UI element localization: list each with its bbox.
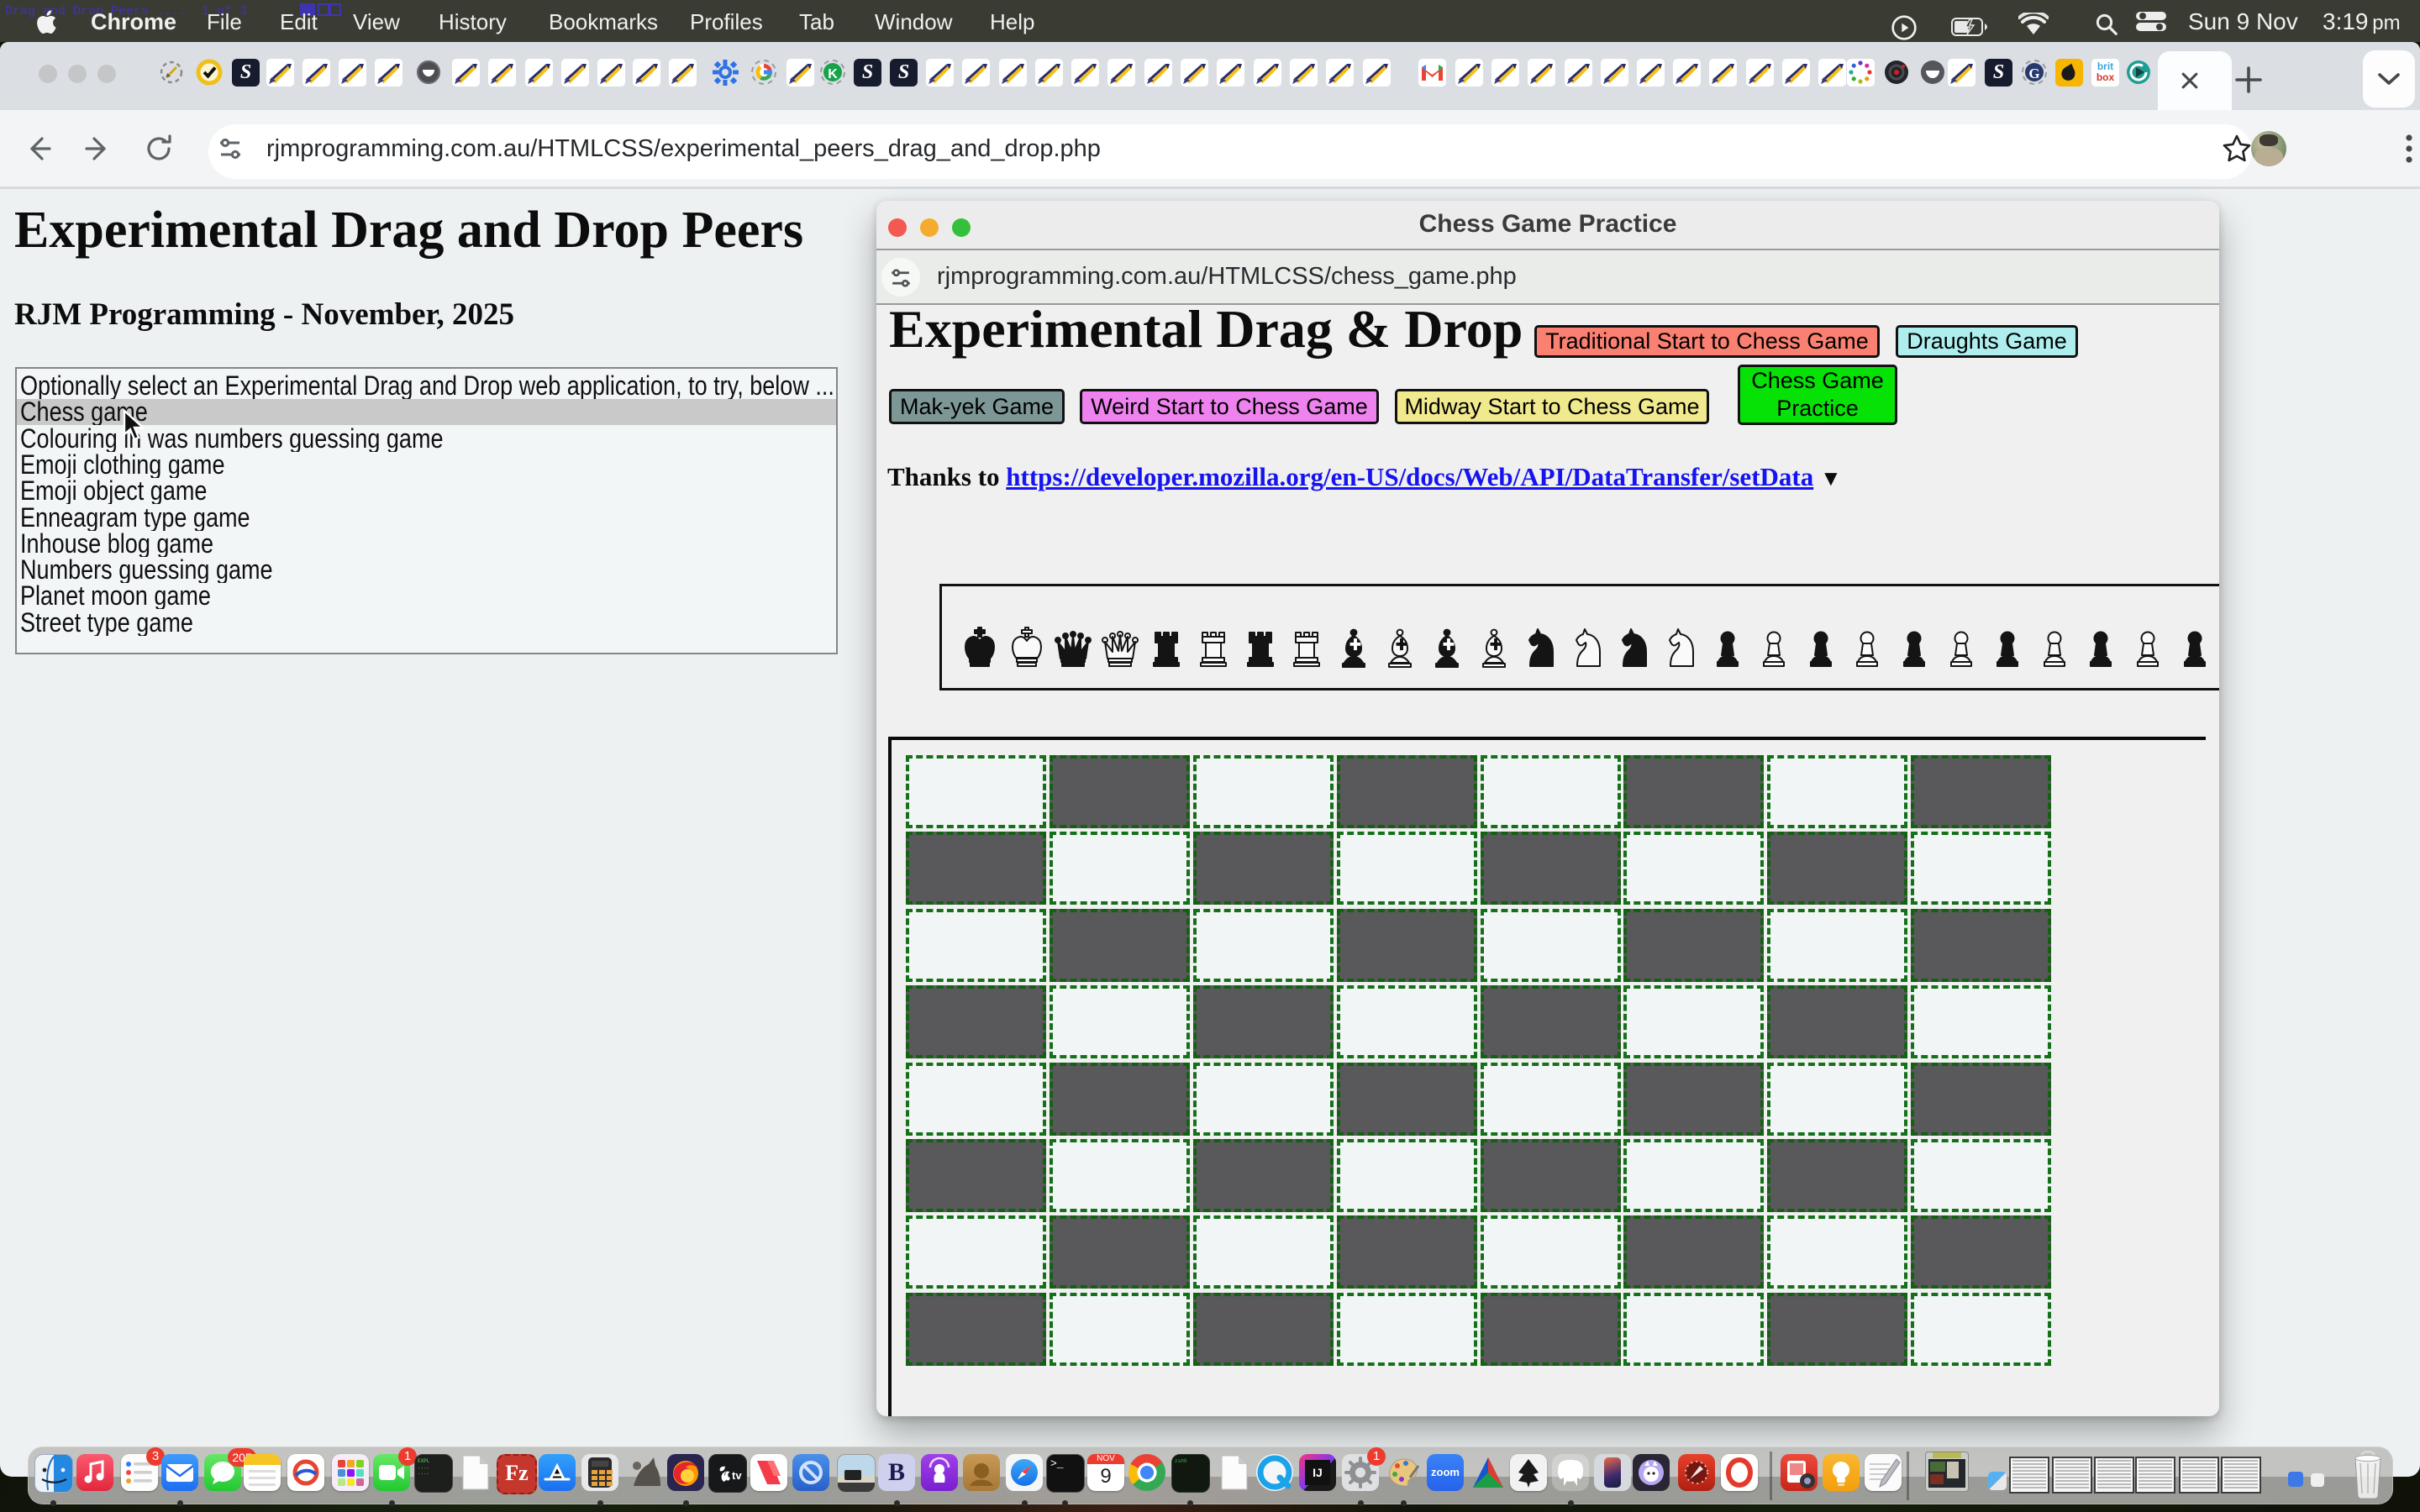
svg-text:G: G	[2028, 66, 2039, 81]
svg-text:tv: tv	[732, 1469, 742, 1482]
svg-text:K: K	[828, 67, 838, 81]
